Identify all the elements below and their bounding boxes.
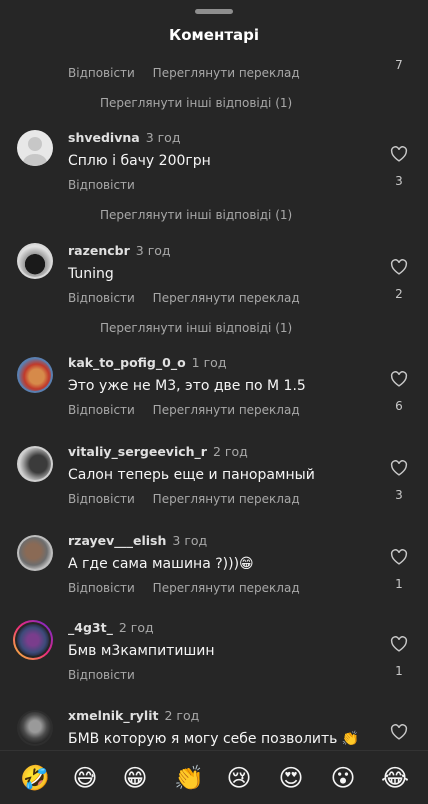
comment-actions: Відповісти Переглянути переклад <box>68 66 314 80</box>
like-count: 3 <box>395 174 403 188</box>
reply-button[interactable]: Відповісти <box>68 178 135 192</box>
heart-icon[interactable] <box>390 460 408 476</box>
avatar[interactable] <box>17 243 53 279</box>
drag-handle[interactable] <box>195 9 233 14</box>
comment-actions: Відповісти <box>68 178 149 192</box>
reply-button[interactable]: Відповісти <box>68 403 135 417</box>
comment-text: Сплю і бачу 200грн <box>68 153 211 169</box>
like-count: 1 <box>395 664 403 678</box>
translate-button[interactable]: Переглянути переклад <box>153 581 300 595</box>
view-more-replies[interactable]: Переглянути інші відповіді (1) <box>100 321 292 335</box>
comment-actions: Відповісти Переглянути переклад <box>68 403 314 417</box>
emoji-quick-bar: 🤣 😅 😁 👏 😢 😍 😮 😂 <box>0 750 428 804</box>
like-button[interactable]: 1 <box>388 724 410 750</box>
translate-button[interactable]: Переглянути переклад <box>153 492 300 506</box>
avatar[interactable] <box>17 446 53 482</box>
heart-icon[interactable] <box>390 724 408 740</box>
username[interactable]: _4g3t_ 2 год <box>68 620 154 635</box>
avatar[interactable] <box>17 130 53 166</box>
emoji-open-mouth[interactable]: 😮 <box>328 763 358 793</box>
sheet-title: Коментарі <box>168 26 260 44</box>
view-more-replies[interactable]: Переглянути інші відповіді (1) <box>100 96 292 110</box>
comment-actions: Відповісти <box>68 668 149 682</box>
reply-button[interactable]: Відповісти <box>68 492 135 506</box>
timestamp: 1 год <box>191 355 227 370</box>
heart-icon[interactable] <box>390 371 408 387</box>
comments-list[interactable]: Відповісти Переглянути переклад 7 Перегл… <box>0 40 428 750</box>
timestamp: 2 год <box>118 620 154 635</box>
timestamp: 3 год <box>145 130 181 145</box>
comment-actions: Відповісти Переглянути переклад <box>68 492 314 506</box>
timestamp: 2 год <box>164 708 200 723</box>
emoji-heart-eyes[interactable]: 😍 <box>276 763 306 793</box>
username[interactable]: xmelnik_rylit 2 год <box>68 708 199 723</box>
view-more-replies[interactable]: Переглянути інші відповіді (1) <box>100 208 292 222</box>
like-count: 6 <box>395 399 403 413</box>
like-button[interactable]: 1 <box>388 636 410 678</box>
translate-button[interactable]: Переглянути переклад <box>153 403 300 417</box>
sheet-header: Коментарі <box>0 0 428 60</box>
username[interactable]: shvedivna 3 год <box>68 130 180 145</box>
comment-text: Это уже не М3, это две по М 1.5 <box>68 378 306 394</box>
like-count: 3 <box>395 488 403 502</box>
timestamp: 3 год <box>172 533 208 548</box>
like-area[interactable]: 7 <box>388 58 410 72</box>
emoji-joy[interactable]: 😂 <box>380 763 410 793</box>
comment-text: БМВ которую я могу себе позволить 👏 <box>68 731 360 747</box>
emoji-grin[interactable]: 😁 <box>120 763 150 793</box>
reply-button[interactable]: Відповісти <box>68 66 135 80</box>
comment-actions: Відповісти Переглянути переклад <box>68 291 314 305</box>
comment-text: Салон теперь еще и панорамный <box>68 467 315 483</box>
avatar[interactable] <box>17 710 53 746</box>
username[interactable]: razencbr 3 год <box>68 243 171 258</box>
reply-button[interactable]: Відповісти <box>68 291 135 305</box>
comment-text: Бмв м3кампитишин <box>68 643 215 659</box>
like-button[interactable]: 1 <box>388 549 410 591</box>
like-button[interactable]: 2 <box>388 259 410 301</box>
like-button[interactable]: 3 <box>388 460 410 502</box>
emoji-rofl[interactable]: 🤣 <box>20 763 50 793</box>
username[interactable]: kak_to_pofig_0_o 1 год <box>68 355 226 370</box>
like-count: 2 <box>395 287 403 301</box>
like-count: 1 <box>395 577 403 591</box>
heart-icon[interactable] <box>390 259 408 275</box>
reply-button[interactable]: Відповісти <box>68 581 135 595</box>
translate-button[interactable]: Переглянути переклад <box>153 66 300 80</box>
reply-button[interactable]: Відповісти <box>68 668 135 682</box>
timestamp: 3 год <box>135 243 171 258</box>
avatar[interactable] <box>17 535 53 571</box>
emoji-sweat-smile[interactable]: 😅 <box>70 763 100 793</box>
like-button[interactable]: 3 <box>388 146 410 188</box>
emoji-cry[interactable]: 😢 <box>224 763 254 793</box>
heart-icon[interactable] <box>390 549 408 565</box>
emoji-clap[interactable]: 👏 <box>174 763 204 793</box>
heart-icon[interactable] <box>390 146 408 162</box>
avatar[interactable] <box>17 357 53 393</box>
like-count: 7 <box>395 58 403 72</box>
like-button[interactable]: 6 <box>388 371 410 413</box>
username[interactable]: rzayev___elish 3 год <box>68 533 207 548</box>
avatar-story-ring[interactable] <box>13 620 53 660</box>
translate-button[interactable]: Переглянути переклад <box>153 291 300 305</box>
comment-actions: Відповісти Переглянути переклад <box>68 581 314 595</box>
username[interactable]: vitaliy_sergeevich_r 2 год <box>68 444 248 459</box>
timestamp: 2 год <box>212 444 248 459</box>
comment-text: А где сама машина ?)))😁 <box>68 556 254 572</box>
heart-icon[interactable] <box>390 636 408 652</box>
comment-text: Tuning <box>68 266 114 282</box>
